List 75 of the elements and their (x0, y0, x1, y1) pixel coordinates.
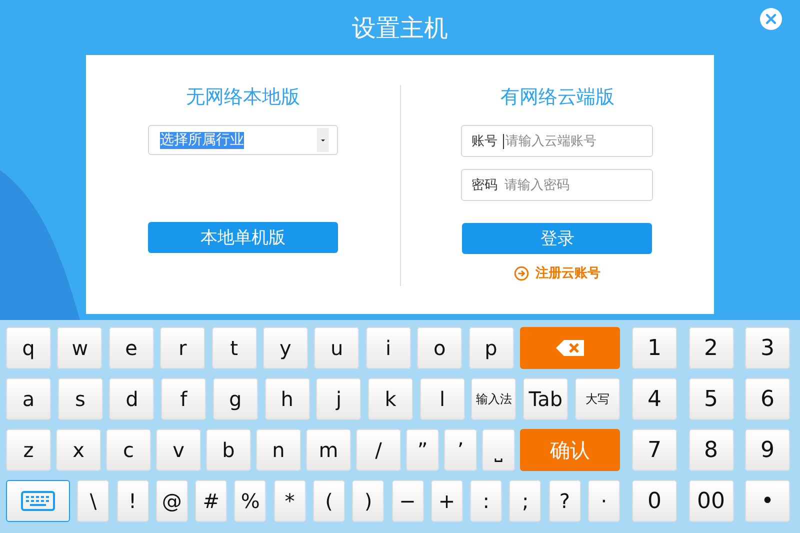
close-icon (765, 13, 777, 25)
dropdown-caret-icon (316, 128, 329, 152)
keyboard-key[interactable]: % (234, 480, 266, 522)
keyboard-toggle-key[interactable] (6, 480, 70, 522)
number-key[interactable]: 1 (632, 327, 677, 369)
keyboard-key[interactable]: x (56, 429, 101, 471)
keyboard-key[interactable]: 大写 (574, 378, 620, 420)
keyboard-key[interactable]: k (368, 378, 414, 420)
keyboard-key[interactable]: / (356, 429, 401, 471)
keyboard-key[interactable]: * (274, 480, 306, 522)
keyboard-key[interactable]: # (195, 480, 228, 522)
number-key[interactable]: 8 (688, 429, 734, 471)
input-field[interactable]: 账号 请输入云端账号 (461, 125, 654, 157)
number-key[interactable]: • (745, 480, 790, 522)
keyboard-key[interactable]: e (108, 327, 154, 369)
keyboard-key[interactable]: s (58, 378, 103, 420)
number-key[interactable]: 2 (688, 327, 734, 369)
keyboard-key[interactable]: c (106, 429, 151, 471)
keyboard-key[interactable]: ; (509, 480, 542, 522)
keyboard-key[interactable]: w (57, 327, 102, 369)
keyboard-key[interactable]: · (588, 480, 620, 522)
field-label: 账号 (471, 133, 498, 150)
field-label: 密码 (471, 177, 498, 194)
keyboard-key[interactable]: : (470, 480, 502, 522)
keyboard-key[interactable]: i (366, 327, 411, 369)
section-heading: 有网络云端版 (500, 85, 614, 109)
number-key[interactable]: 6 (745, 378, 790, 420)
keyboard-key[interactable]: ) (352, 480, 384, 522)
keyboard-key[interactable]: 输入法 (471, 378, 516, 420)
keyboard-key[interactable]: p (468, 327, 514, 369)
keyboard-key[interactable]: @ (156, 480, 188, 522)
keyboard-key[interactable]: j (316, 378, 362, 420)
keyboard-key[interactable]: ( (312, 480, 345, 522)
close-button[interactable] (760, 8, 782, 30)
window-title: 设置主机 (352, 13, 448, 44)
number-key[interactable]: 4 (632, 378, 677, 420)
keyboard-icon (21, 491, 55, 511)
keyboard-key[interactable]: n (256, 429, 301, 471)
keyboard-key[interactable]: z (6, 429, 51, 471)
keyboard-key[interactable]: ? (548, 480, 581, 522)
keyboard-key[interactable]: h (264, 378, 310, 420)
keyboard-key[interactable]: m (306, 429, 351, 471)
section-heading: 无网络本地版 (186, 85, 300, 109)
keyboard-key[interactable]: Tab (523, 378, 568, 420)
input-field[interactable]: 密码 请输入密码 (461, 169, 654, 201)
keyboard-key[interactable]: ” (406, 429, 439, 471)
keyboard-key[interactable]: \ (77, 480, 110, 522)
keyboard-key[interactable]: f (161, 378, 206, 420)
keyboard-key[interactable]: ! (116, 480, 149, 522)
keyboard-key[interactable]: g (212, 378, 258, 420)
number-key[interactable]: 7 (632, 429, 677, 471)
number-key[interactable]: 00 (688, 480, 734, 522)
number-key[interactable]: 9 (745, 429, 790, 471)
keyboard-key[interactable]: a (6, 378, 51, 420)
keyboard-key[interactable]: ⎵ (482, 429, 515, 471)
keyboard-key[interactable]: o (417, 327, 462, 369)
number-key[interactable]: 5 (688, 378, 734, 420)
select-value: 选择所属行业 (160, 132, 244, 148)
keyboard-key[interactable]: l (420, 378, 465, 420)
keyboard-key[interactable]: b (206, 429, 251, 471)
keyboard-key[interactable]: − (392, 480, 424, 522)
keyboard-key[interactable]: y (262, 327, 308, 369)
backspace-icon (554, 339, 585, 357)
keyboard-key[interactable]: t (212, 327, 257, 369)
number-key[interactable]: 3 (745, 327, 790, 369)
keyboard-key[interactable]: ’ (444, 429, 477, 471)
keyboard-key[interactable]: v (156, 429, 201, 471)
keyboard-key[interactable]: d (109, 378, 154, 420)
keyboard-key[interactable]: q (6, 327, 51, 369)
arrow-circle-icon (514, 266, 530, 280)
keyboard-key[interactable]: r (160, 327, 206, 369)
backspace-key[interactable] (520, 327, 620, 369)
keyboard-key[interactable]: u (314, 327, 360, 369)
keyboard-key[interactable]: + (430, 480, 463, 522)
number-key[interactable]: 0 (632, 480, 677, 522)
